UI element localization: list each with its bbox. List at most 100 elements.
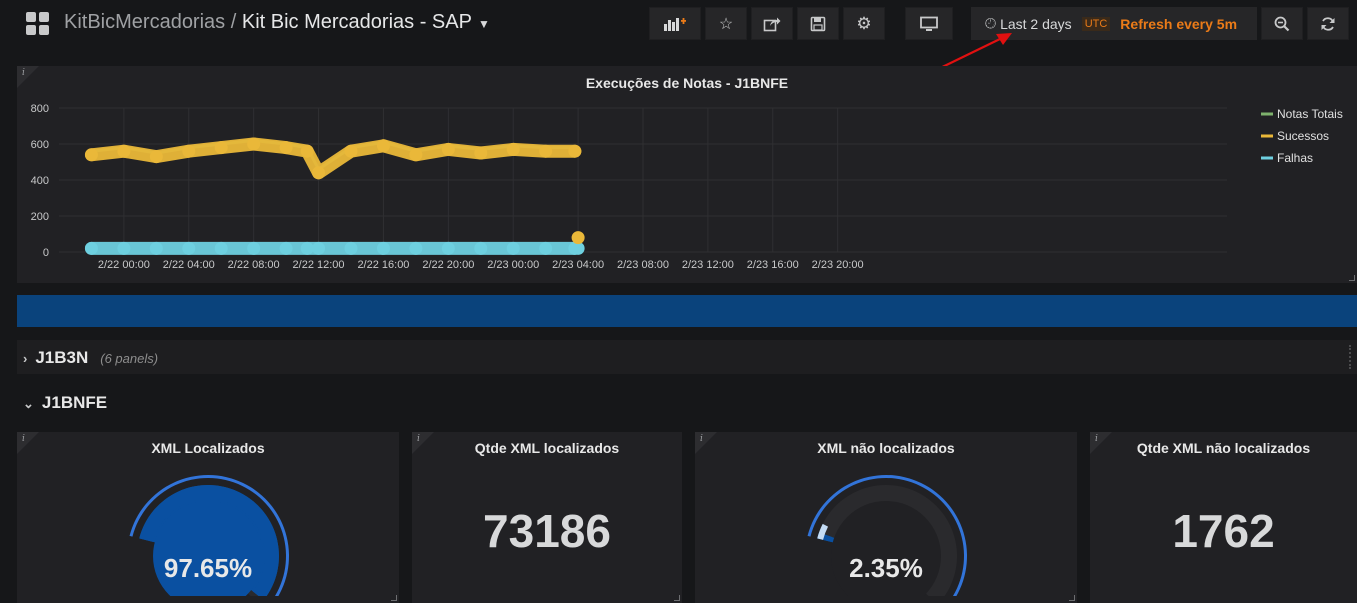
folder-name[interactable]: KitBicMercadorias — [64, 11, 225, 33]
row-j1b3n[interactable]: › J1B3N (6 panels) — [17, 340, 1357, 374]
gauge-mask — [118, 596, 298, 603]
dashboard-title[interactable]: Kit Bic Mercadorias - SAP — [242, 11, 472, 33]
x-tick-label: 2/22 00:00 — [98, 259, 150, 271]
data-point — [247, 241, 261, 255]
x-tick-label: 2/23 12:00 — [682, 259, 734, 271]
data-point — [84, 241, 98, 255]
data-point — [474, 146, 488, 160]
data-point — [247, 137, 261, 151]
legend-label[interactable]: Falhas — [1277, 151, 1313, 165]
x-tick-label: 2/22 08:00 — [228, 259, 280, 271]
data-point — [506, 241, 520, 255]
gear-icon: ⚙ — [856, 13, 872, 33]
data-point — [539, 241, 553, 255]
gauge-value: 97.65% — [163, 553, 253, 583]
data-point — [279, 241, 293, 255]
data-point — [568, 144, 582, 158]
data-point — [539, 144, 553, 158]
x-tick-label: 2/22 12:00 — [293, 259, 345, 271]
data-point — [214, 241, 228, 255]
stat-panel-qtde-xml-localizados[interactable]: i Qtde XML localizados 73186 — [412, 432, 682, 603]
x-tick-label: 2/23 08:00 — [617, 259, 669, 271]
stat-panel-xml-localizados[interactable]: i XML Localizados 97.65% — [17, 432, 399, 603]
caret-down-icon[interactable]: ▼ — [478, 17, 490, 31]
data-point — [409, 148, 423, 162]
gauge-value: 2.35% — [849, 553, 923, 583]
row-panel-count: (6 panels) — [100, 351, 159, 366]
top-navbar: KitBicMercadorias / Kit Bic Mercadorias … — [0, 0, 1357, 55]
data-point — [441, 142, 455, 156]
breadcrumb-separator: / — [230, 11, 237, 33]
save-icon — [810, 16, 826, 31]
x-tick-label: 2/23 16:00 — [747, 259, 799, 271]
resize-handle[interactable] — [1349, 275, 1355, 281]
row-drag-handle[interactable] — [1349, 345, 1355, 369]
x-tick-label: 2/23 04:00 — [552, 259, 604, 271]
data-point — [506, 142, 520, 156]
data-point — [376, 241, 390, 255]
x-tick-label: 2/22 16:00 — [357, 259, 409, 271]
graph-canvas[interactable]: 800 600 400 200 0 2/22 00:00 2/22 04:00 2/22 08… — [17, 66, 1357, 283]
stat-panel-xml-nao-localizados[interactable]: i XML não localizados 2.35% — [695, 432, 1077, 603]
row-j1bnfe[interactable]: ⌄ J1BNFE — [23, 393, 107, 413]
data-point — [214, 141, 228, 155]
data-point — [376, 139, 390, 153]
panel-title[interactable]: Qtde XML localizados — [412, 440, 682, 456]
data-point — [312, 166, 326, 180]
settings-button[interactable]: ⚙ — [843, 7, 885, 40]
share-icon — [763, 17, 781, 31]
gauge-mask — [796, 596, 976, 603]
y-tick-label: 200 — [31, 211, 49, 223]
data-point — [441, 241, 455, 255]
data-point — [300, 144, 314, 158]
x-tick-label: 2/22 20:00 — [422, 259, 474, 271]
data-point — [117, 241, 131, 255]
data-point — [182, 144, 196, 158]
y-tick-label: 400 — [31, 175, 49, 187]
data-point — [149, 150, 163, 164]
share-button[interactable] — [751, 7, 793, 40]
data-point — [149, 241, 163, 255]
x-tick-label: 2/23 20:00 — [812, 259, 864, 271]
data-point — [409, 241, 423, 255]
resize-handle[interactable] — [1069, 595, 1075, 601]
y-tick-label: 0 — [43, 247, 49, 259]
legend-label[interactable]: Notas Totais — [1277, 107, 1343, 121]
data-point — [474, 241, 488, 255]
row-title-j1b3n[interactable]: J1B3N — [35, 348, 88, 367]
add-panel-icon — [664, 17, 686, 31]
data-point — [84, 148, 98, 162]
stat-value: 73186 — [483, 505, 611, 557]
data-point — [344, 241, 358, 255]
graph-panel[interactable]: i Execuções de Notas - J1BNFE 800 600 400 2… — [17, 66, 1357, 283]
refresh-icon — [1321, 16, 1335, 31]
data-point — [344, 144, 358, 158]
text-banner-panel — [17, 295, 1357, 327]
star-button[interactable]: ☆ — [705, 7, 747, 40]
series-sucessos — [84, 137, 585, 245]
stat-value: 1762 — [1172, 505, 1275, 557]
legend-label[interactable]: Sucessos — [1277, 129, 1329, 143]
chevron-down-icon: ⌄ — [23, 396, 34, 411]
x-tick-label: 2/22 04:00 — [163, 259, 215, 271]
refresh-button[interactable] — [1307, 7, 1349, 40]
resize-handle[interactable] — [674, 595, 680, 601]
y-tick-label: 800 — [31, 103, 49, 115]
refresh-interval-label: Refresh every 5m — [1120, 15, 1238, 32]
data-point — [300, 241, 314, 255]
data-point — [182, 241, 196, 255]
zoom-out-button[interactable] — [1261, 7, 1303, 40]
grid — [59, 107, 1227, 253]
add-panel-button[interactable] — [649, 7, 701, 40]
stat-panel-qtde-xml-nao-localizados[interactable]: i Qtde XML não localizados 1762 — [1090, 432, 1357, 603]
chevron-right-icon: › — [23, 351, 28, 366]
x-tick-label: 2/23 00:00 — [487, 259, 539, 271]
resize-handle[interactable] — [391, 595, 397, 601]
dashboards-grid-icon[interactable] — [26, 12, 50, 36]
data-point — [279, 141, 293, 155]
save-button[interactable] — [797, 7, 839, 40]
row-title-j1bnfe[interactable]: J1BNFE — [42, 393, 107, 412]
data-point — [312, 241, 326, 255]
panel-title[interactable]: Qtde XML não localizados — [1090, 440, 1357, 456]
dashboard-breadcrumb[interactable]: KitBicMercadorias / Kit Bic Mercadorias … — [64, 11, 490, 34]
